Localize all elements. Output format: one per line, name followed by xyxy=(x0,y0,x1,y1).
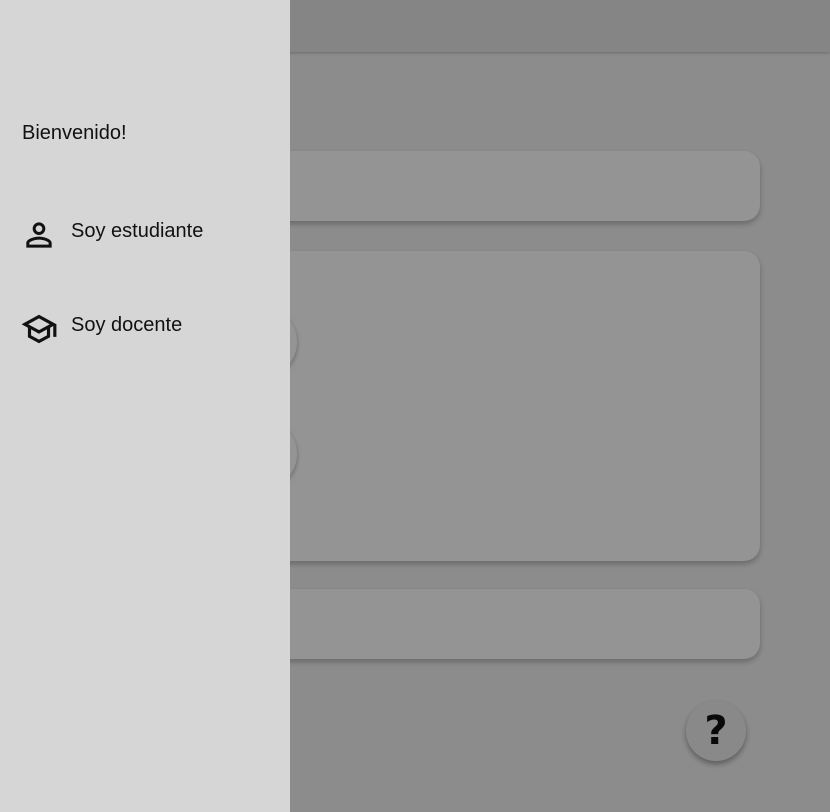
drawer-item-student[interactable]: Soy estudiante xyxy=(0,204,290,264)
app-screen: s? ? Bienvenido! Soy estudiante Soy doce… xyxy=(0,0,830,812)
drawer-item-teacher[interactable]: Soy docente xyxy=(0,298,290,358)
school-icon xyxy=(21,314,57,344)
navigation-drawer: Bienvenido! Soy estudiante Soy docente xyxy=(0,0,290,812)
drawer-title: Bienvenido! xyxy=(22,122,127,144)
drawer-item-label: Soy docente xyxy=(71,314,183,336)
drawer-item-label: Soy estudiante xyxy=(71,220,204,242)
person-icon xyxy=(26,222,52,248)
